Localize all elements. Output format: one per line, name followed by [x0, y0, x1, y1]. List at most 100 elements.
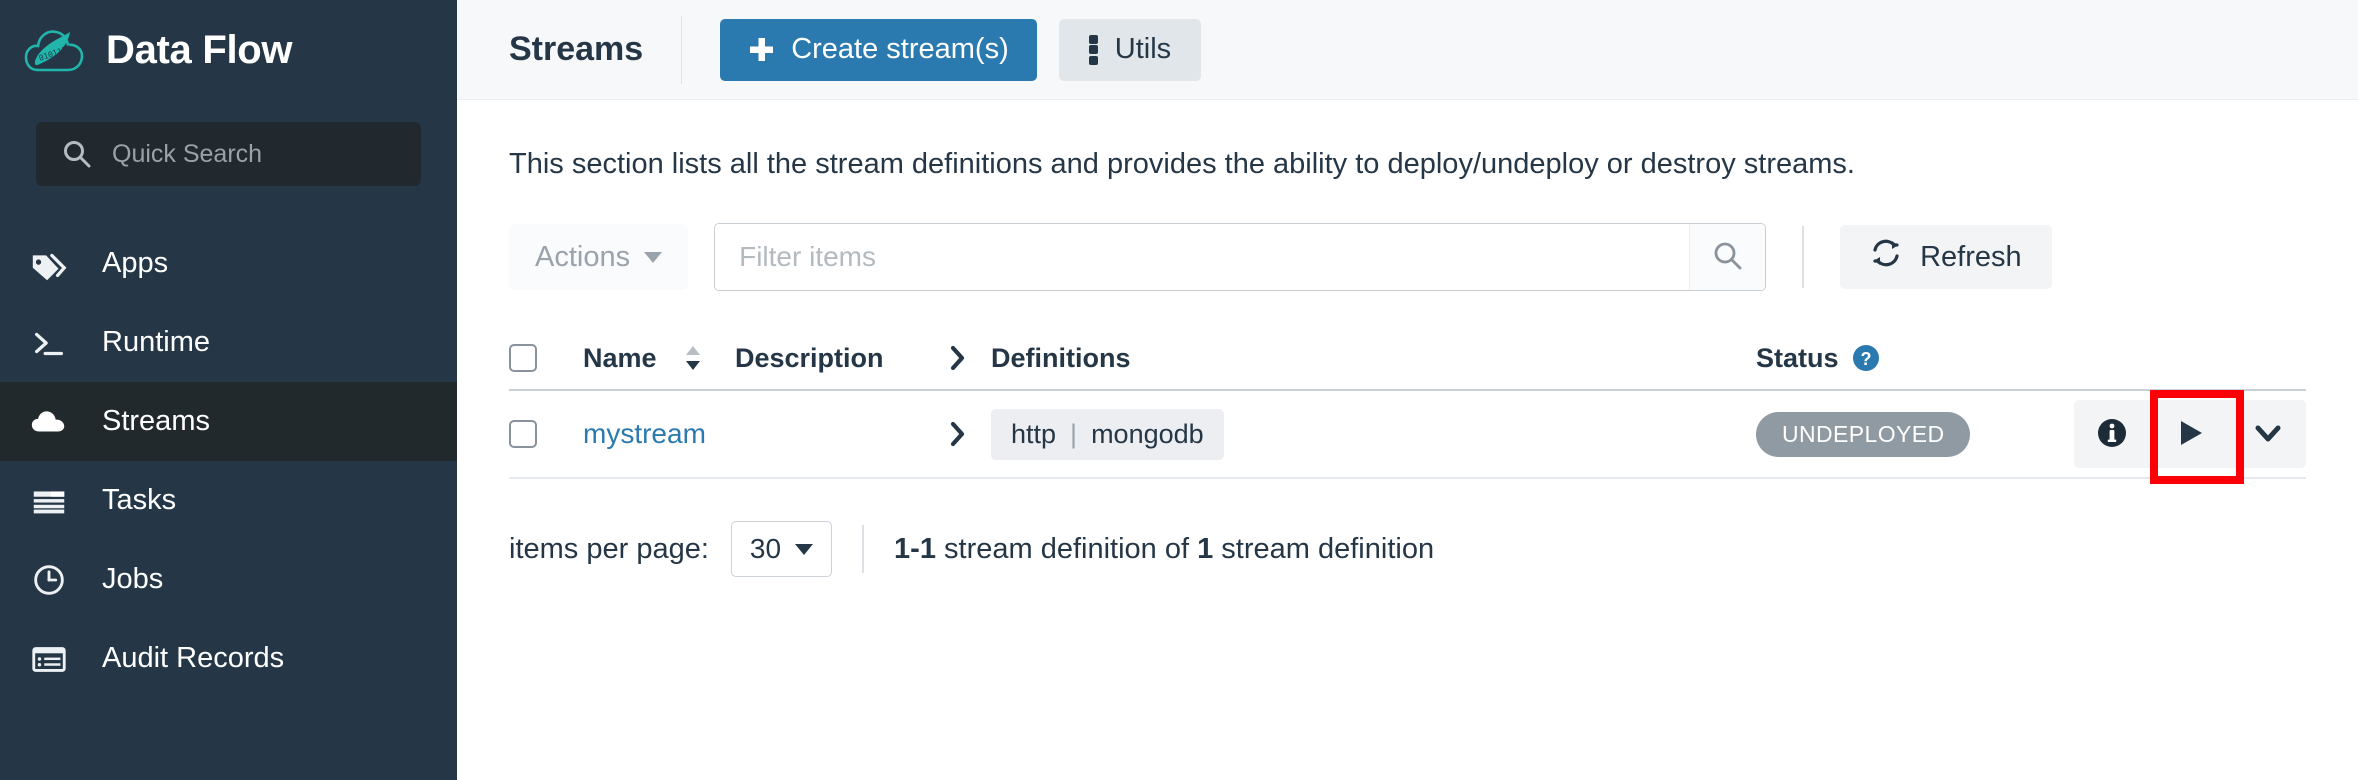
pagination-middle-text: stream definition of: [936, 533, 1197, 565]
column-header-status-label: Status: [1756, 343, 1839, 374]
filter-search-button[interactable]: [1689, 224, 1765, 290]
utils-button[interactable]: Utils: [1059, 19, 1201, 81]
chevron-right-icon[interactable]: [947, 343, 969, 373]
pagination-summary: 1-1 stream definition of 1 stream defini…: [894, 533, 1434, 566]
status-badge: UNDEPLOYED: [1756, 412, 1970, 457]
column-header-name-label: Name: [583, 343, 657, 374]
pagination-total: 1: [1197, 533, 1213, 565]
brand: 0101100 Data Flow: [0, 0, 457, 100]
tag-icon: [28, 243, 70, 285]
terminal-icon: [28, 322, 70, 364]
column-header-definitions: Definitions: [947, 343, 1756, 374]
definition-sink: mongodb: [1091, 419, 1204, 450]
column-header-status: Status ?: [1756, 343, 2006, 374]
sidebar-item-label: Jobs: [102, 563, 163, 596]
chevron-down-icon: [795, 544, 813, 555]
filter-items-input[interactable]: [715, 224, 1689, 290]
row-action-group: [2074, 400, 2306, 468]
definition-source: http: [1011, 419, 1056, 450]
footer-divider: [862, 525, 864, 573]
refresh-label: Refresh: [1920, 241, 2022, 274]
sidebar-item-label: Streams: [102, 405, 210, 438]
kebab-menu-icon: [1089, 35, 1099, 65]
app-root: 0101100 Data Flow: [0, 0, 2358, 780]
quick-search-input[interactable]: [112, 122, 421, 186]
list-bars-icon: [28, 480, 70, 522]
sidebar-item-label: Audit Records: [102, 642, 284, 675]
info-icon: [2095, 416, 2129, 453]
records-icon: [28, 638, 70, 680]
column-header-description-label: Description: [735, 343, 884, 374]
help-circle-icon[interactable]: ?: [1851, 343, 1881, 373]
row-actions-cell: [2006, 400, 2306, 468]
chevron-down-icon: [2251, 416, 2285, 453]
definition-separator: |: [1070, 419, 1077, 450]
filter-group: [714, 223, 1766, 291]
row-status-cell: UNDEPLOYED: [1756, 412, 2006, 457]
items-per-page-value: 30: [750, 533, 781, 565]
stream-name-link[interactable]: mystream: [583, 418, 706, 449]
items-per-page-select[interactable]: 30: [731, 521, 832, 577]
section-description: This section lists all the stream defini…: [509, 148, 2306, 181]
actions-dropdown-button[interactable]: Actions: [509, 224, 688, 290]
chevron-down-icon: [644, 252, 662, 263]
table-row: mystream http |: [509, 391, 2306, 479]
topbar: Streams Create stream(s) Utils: [457, 0, 2358, 100]
pagination-range: 1-1: [894, 533, 936, 565]
column-header-description[interactable]: Description: [735, 343, 947, 374]
row-definitions-cell: http | mongodb: [947, 409, 1756, 460]
refresh-button[interactable]: Refresh: [1840, 225, 2052, 289]
create-stream-label: Create stream(s): [791, 33, 1009, 66]
sidebar-item-jobs[interactable]: Jobs: [0, 540, 457, 619]
search-icon: [1712, 240, 1744, 275]
actions-label: Actions: [535, 241, 630, 274]
sidebar-item-label: Runtime: [102, 326, 210, 359]
quick-search-container: [0, 122, 457, 186]
utils-label: Utils: [1115, 33, 1171, 66]
cloud-icon: [28, 401, 70, 443]
items-per-page-label: items per page:: [509, 533, 709, 566]
search-icon: [62, 139, 92, 169]
spring-cloud-dataflow-logo-icon: 0101100: [24, 24, 86, 76]
sidebar-item-runtime[interactable]: Runtime: [0, 303, 457, 382]
sidebar-item-tasks[interactable]: Tasks: [0, 461, 457, 540]
quick-search-box[interactable]: [36, 122, 421, 186]
pagination-suffix-text: stream definition: [1213, 533, 1434, 565]
select-all-checkbox[interactable]: [509, 344, 537, 372]
toolbar-divider: [1802, 226, 1804, 288]
row-name-cell: mystream: [557, 418, 735, 450]
sort-arrows-icon[interactable]: [683, 342, 703, 374]
column-header-definitions-label: Definitions: [991, 343, 1131, 374]
content-area: This section lists all the stream defini…: [457, 148, 2358, 577]
page-title: Streams: [509, 30, 643, 69]
clock-icon: [28, 559, 70, 601]
list-toolbar: Actions: [509, 223, 2306, 291]
select-all-cell: [509, 344, 557, 372]
stream-definition-badge[interactable]: http | mongodb: [991, 409, 1224, 460]
row-select-cell: [509, 420, 557, 448]
play-icon: [2173, 416, 2207, 453]
refresh-icon: [1870, 237, 1902, 277]
svg-text:?: ?: [1860, 349, 1871, 369]
main-content: Streams Create stream(s) Utils Thi: [457, 0, 2358, 780]
pagination-footer: items per page: 30 1-1 stream definition…: [509, 521, 2306, 577]
sidebar-item-audit-records[interactable]: Audit Records: [0, 619, 457, 698]
brand-title: Data Flow: [106, 28, 292, 73]
row-checkbox[interactable]: [509, 420, 537, 448]
table-header-row: Name Description: [509, 327, 2306, 391]
more-actions-button[interactable]: [2230, 400, 2306, 468]
sidebar-item-apps[interactable]: Apps: [0, 224, 457, 303]
sidebar-item-label: Tasks: [102, 484, 176, 517]
deploy-stream-button[interactable]: [2150, 400, 2230, 468]
stream-info-button[interactable]: [2074, 400, 2150, 468]
topbar-divider: [681, 16, 682, 84]
column-header-name[interactable]: Name: [557, 342, 735, 374]
sidebar-item-label: Apps: [102, 247, 168, 280]
sidebar: 0101100 Data Flow: [0, 0, 457, 780]
streams-table: Name Description: [509, 327, 2306, 479]
create-stream-button[interactable]: Create stream(s): [720, 19, 1037, 81]
sidebar-nav: Apps Runtime Streams: [0, 224, 457, 698]
sidebar-item-streams[interactable]: Streams: [0, 382, 457, 461]
plus-icon: [748, 36, 775, 63]
row-expand-chevron-right-icon[interactable]: [947, 419, 969, 449]
